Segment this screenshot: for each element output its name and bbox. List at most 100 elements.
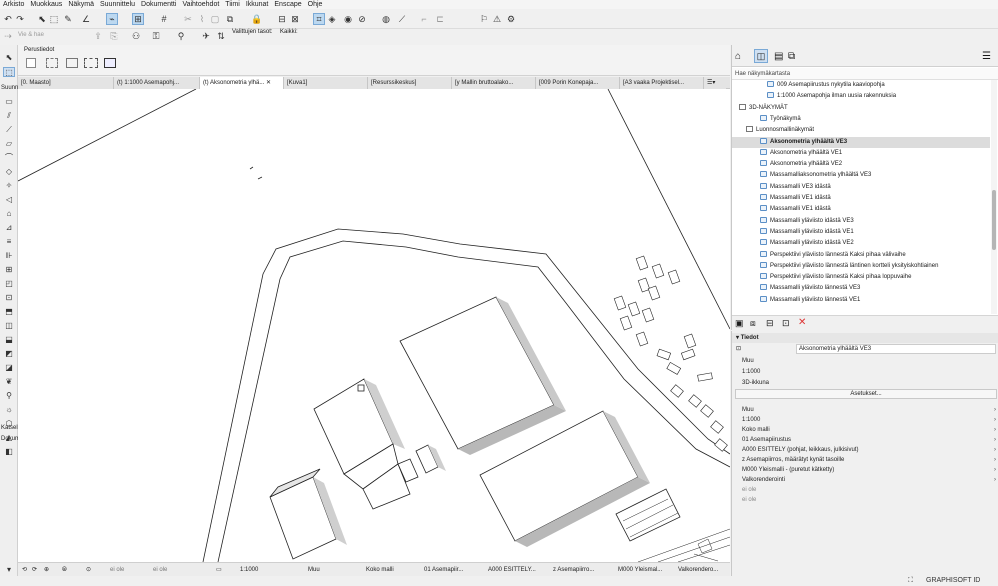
geometry-method-icon[interactable] (26, 58, 36, 68)
reserve-icon[interactable]: ⚿ (150, 30, 162, 42)
marquee-icon[interactable]: ⬚ (48, 13, 60, 25)
wall-tool-icon[interactable]: ▭ (3, 97, 15, 107)
tree-view-item[interactable]: 1:1000 Asemapohja ilman uusia rakennuksi… (732, 91, 990, 102)
tree-view-item[interactable]: 009 Asemapiirustus nykytila kaaviopohja (732, 80, 990, 91)
surface-icon[interactable]: ⊘ (356, 13, 368, 25)
grid-icon[interactable]: # (158, 13, 170, 25)
scale-combo[interactable]: 1:1000 (240, 565, 258, 575)
arrow-tool-icon[interactable]: ⬉ (3, 53, 15, 63)
menu-dokumentti[interactable]: Dokumentti (138, 0, 179, 9)
menu-suunnittelu[interactable]: Suunnittelu (97, 0, 138, 9)
release-icon[interactable]: ⚲ (175, 30, 187, 42)
graphic-override-combo[interactable]: A000 ESITTELY... (488, 565, 536, 575)
tab-porin-konepaja[interactable]: [009 Porin Konepaja... (536, 77, 620, 89)
publisher-sets-icon[interactable]: ⧉ (788, 51, 795, 62)
group-icon[interactable]: ▢ (209, 13, 221, 25)
3d-cut-icon[interactable]: ◈ (326, 13, 338, 25)
vie-hae-label[interactable]: Vie & hae (18, 32, 44, 38)
railing-tool-icon[interactable]: ⊪ (3, 251, 15, 261)
layers-icon[interactable]: ⧉ (224, 13, 236, 25)
tree-view-item[interactable]: Aksonometria ylhäältä VE2 (732, 159, 990, 170)
trim-icon[interactable]: ✂ (182, 13, 194, 25)
tree-view-item[interactable]: Massamalli yläviisto idästä VE3 (732, 216, 990, 227)
elevation-icon[interactable]: ⊟ (276, 13, 288, 25)
tree-folder[interactable]: 3D-NÄKYMÄT (732, 103, 990, 114)
menu-tiimi[interactable]: Tiimi (222, 0, 243, 9)
view-setting-row[interactable]: ei ole (732, 495, 998, 505)
view-name-field[interactable]: Aksonometria ylhäältä VE3 (796, 344, 996, 354)
menu-arkisto[interactable]: Arkisto (0, 0, 27, 9)
tree-folder[interactable]: Luonnosmallinäkymät (732, 125, 990, 136)
graphisoft-id-icon[interactable]: ⛶ (908, 577, 913, 585)
toolbox-section-suunnittelu[interactable]: Suunn (1, 85, 18, 91)
mesh-tool-icon[interactable]: ⊡ (3, 293, 15, 303)
redo-zoom-icon[interactable]: ⟳ (32, 565, 37, 575)
publish-icon[interactable]: ⇪ (92, 30, 104, 42)
view-setting-row[interactable]: ei ole (732, 485, 998, 495)
tree-view-item[interactable]: Massamalli yläviisto lännestä VE3 (732, 283, 990, 294)
redo-icon[interactable]: ↷ (14, 13, 26, 25)
tab-bruttoala[interactable]: [y Mallin bruttoalako... (452, 77, 536, 89)
tree-view-item[interactable]: Massamalli yläviisto idästä VE2 (732, 238, 990, 249)
view-setting-row[interactable]: A000 ESITTELY (pohjat, leikkaus, julkisi… (732, 445, 998, 455)
dimension-standard-combo[interactable]: 01 Asemapiir... (424, 565, 463, 575)
copy-icon[interactable]: ⎘ (108, 30, 120, 42)
filter-icon[interactable]: ⌗ (313, 13, 325, 25)
view-setting-row[interactable]: 1:1000 › (732, 415, 998, 425)
lock-icon[interactable]: 🔒 (251, 13, 263, 25)
layout-book-icon[interactable]: ▤ (774, 51, 783, 62)
polygon-marquee-icon[interactable] (84, 58, 98, 68)
teamwork-icon[interactable]: ⚇ (130, 30, 142, 42)
pen-set-combo-2[interactable]: z Asemapiirro... (553, 565, 594, 575)
tree-view-item[interactable]: Työnäkymä (732, 114, 990, 125)
person-icon[interactable]: ⚲ (3, 391, 15, 401)
beam-tool-icon[interactable]: ⟋ (3, 125, 15, 135)
close-tab-icon[interactable]: ✕ (266, 80, 271, 86)
flag-icon[interactable]: ⚐ (478, 13, 490, 25)
send-icon[interactable]: ✈ (200, 30, 212, 42)
export-icon[interactable]: ⇢ (2, 30, 14, 42)
model-view-combo[interactable]: Koko malli (366, 565, 394, 575)
rotated-marquee-icon[interactable] (66, 58, 78, 68)
skylight-tool-icon[interactable]: ◫ (3, 321, 15, 331)
save-view-icon[interactable]: ⧈ (750, 318, 756, 329)
tree-view-item[interactable]: Perspektiivi yläviisto lännestä Kaksi pi… (732, 272, 990, 283)
clone-folder-icon[interactable]: ⊟ (766, 318, 774, 329)
eyedropper-icon[interactable]: ⟋ (396, 13, 408, 25)
menu-vaihtoehdot[interactable]: Vaihtoehdot (179, 0, 222, 9)
tab-kuva1[interactable]: [Kuva1] (284, 77, 368, 89)
tree-view-item[interactable]: Aksonometria ylhäältä VE3 (732, 136, 990, 148)
morph-tool-icon[interactable]: ◰ (3, 279, 15, 289)
project-map-icon[interactable]: ⌂ (735, 51, 741, 62)
fill-icon[interactable]: ◍ (380, 13, 392, 25)
zoom-in-icon[interactable]: ⊕ (44, 565, 49, 575)
properties-header[interactable]: ▾ Tiedot (732, 333, 998, 343)
render-icon[interactable]: ◉ (342, 13, 354, 25)
zone-tool-icon[interactable]: ⬒ (3, 307, 15, 317)
stair-tool-icon[interactable]: ≡ (3, 237, 15, 247)
navigator-scrollbar[interactable] (991, 80, 997, 314)
shell-tool-icon[interactable]: ⊿ (3, 223, 15, 233)
arrow-select-icon[interactable]: ⬉ (36, 13, 48, 25)
view-setting-row[interactable]: z Asemapiirros, määrätyt kynät tasoille › (732, 455, 998, 465)
tree-view-item[interactable]: Massamalli yläviisto idästä VE1 (732, 227, 990, 238)
view-map-icon[interactable]: ◫ (754, 49, 768, 63)
view-setting-row[interactable]: Valkorenderointi › (732, 475, 998, 485)
properties-icon[interactable]: ⊡ (782, 318, 790, 329)
pick-up-icon[interactable]: ✎ (62, 13, 74, 25)
snap-icon[interactable]: ⊞ (132, 13, 144, 25)
angle-icon[interactable]: ∠ (80, 13, 92, 25)
rectangle-marquee-icon[interactable] (46, 58, 58, 68)
tree-view-item[interactable]: Massamalliaksonometria ylhäältä VE3 (732, 170, 990, 181)
layer-combo-left[interactable]: ei ole (110, 565, 124, 575)
tree-view-item[interactable]: Massamalli VE1 idästä (732, 204, 990, 215)
slab-tool-icon[interactable]: ◁ (3, 195, 15, 205)
section-icon[interactable]: ⊠ (289, 13, 301, 25)
split-icon[interactable]: ⌇ (196, 13, 208, 25)
tab-maasto[interactable]: [0. Maasto] (18, 77, 114, 89)
tree-view-item[interactable]: Massamalli VE1 idästä (732, 193, 990, 204)
navigator-search-input[interactable]: Hae näkymäkartasta (732, 68, 998, 80)
menu-enscape[interactable]: Enscape (271, 0, 304, 9)
guide-lines-icon[interactable]: ⌁ (106, 13, 118, 25)
layer-combination-combo[interactable]: Muu (308, 565, 320, 575)
